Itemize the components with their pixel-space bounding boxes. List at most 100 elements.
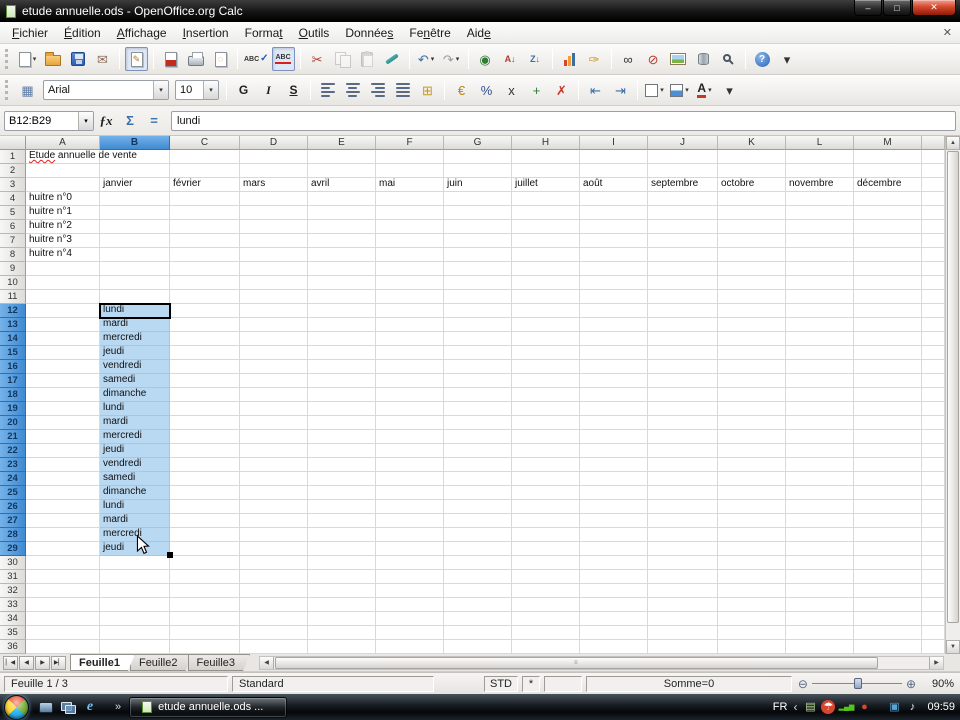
cell-G15[interactable]	[444, 346, 512, 360]
cell-B28[interactable]: mercredi	[100, 528, 170, 542]
navigator-button[interactable]: ⊘	[642, 47, 665, 71]
cell-x33[interactable]	[922, 598, 945, 612]
cell-x21[interactable]	[922, 430, 945, 444]
cell-x30[interactable]	[922, 556, 945, 570]
cell-C32[interactable]	[170, 584, 240, 598]
cell-M17[interactable]	[854, 374, 922, 388]
cell-I32[interactable]	[580, 584, 648, 598]
cell-L25[interactable]	[786, 486, 854, 500]
cell-J19[interactable]	[648, 402, 718, 416]
background-color-button[interactable]: ▾	[668, 78, 691, 102]
cell-K31[interactable]	[718, 570, 786, 584]
cell-G36[interactable]	[444, 640, 512, 654]
cell-x23[interactable]	[922, 458, 945, 472]
cell-H32[interactable]	[512, 584, 580, 598]
cell-K10[interactable]	[718, 276, 786, 290]
cell-J36[interactable]	[648, 640, 718, 654]
cell-M6[interactable]	[854, 220, 922, 234]
cell-M14[interactable]	[854, 332, 922, 346]
cell-G33[interactable]	[444, 598, 512, 612]
cell-L33[interactable]	[786, 598, 854, 612]
cell-x7[interactable]	[922, 234, 945, 248]
cell-C34[interactable]	[170, 612, 240, 626]
cell-A33[interactable]	[26, 598, 100, 612]
cell-H21[interactable]	[512, 430, 580, 444]
cell-x24[interactable]	[922, 472, 945, 486]
row-header-7[interactable]: 7	[0, 234, 26, 248]
cell-B6[interactable]	[100, 220, 170, 234]
row-header-30[interactable]: 30	[0, 556, 26, 570]
cell-H5[interactable]	[512, 206, 580, 220]
cell-B34[interactable]	[100, 612, 170, 626]
cell-x35[interactable]	[922, 626, 945, 640]
cell-H24[interactable]	[512, 472, 580, 486]
cell-F32[interactable]	[376, 584, 444, 598]
scroll-up-button[interactable]: ▲	[946, 136, 960, 150]
cell-x19[interactable]	[922, 402, 945, 416]
cell-B26[interactable]: lundi	[100, 500, 170, 514]
undo-button[interactable]: ↶ ▾	[415, 47, 438, 71]
cell-A28[interactable]	[26, 528, 100, 542]
row-header-31[interactable]: 31	[0, 570, 26, 584]
cell-L11[interactable]	[786, 290, 854, 304]
percent-format-button[interactable]: %	[475, 78, 498, 102]
cut-button[interactable]: ✂	[306, 47, 329, 71]
menu-item-4[interactable]: Format	[237, 23, 291, 43]
internet-explorer-icon[interactable]: e	[81, 698, 99, 716]
cell-J7[interactable]	[648, 234, 718, 248]
cell-M34[interactable]	[854, 612, 922, 626]
cell-H30[interactable]	[512, 556, 580, 570]
cell-I21[interactable]	[580, 430, 648, 444]
sort-ascending-button[interactable]: A↓	[499, 47, 522, 71]
cell-A34[interactable]	[26, 612, 100, 626]
tray-alert-icon[interactable]: ●	[857, 700, 871, 714]
row-header-15[interactable]: 15	[0, 346, 26, 360]
cell-E21[interactable]	[308, 430, 376, 444]
cell-H25[interactable]	[512, 486, 580, 500]
scroll-right-button[interactable]: ▶	[929, 656, 943, 669]
cell-B7[interactable]	[100, 234, 170, 248]
cell-C29[interactable]	[170, 542, 240, 556]
row-header-19[interactable]: 19	[0, 402, 26, 416]
cell-x13[interactable]	[922, 318, 945, 332]
start-button[interactable]	[4, 694, 29, 720]
cell-C1[interactable]	[170, 150, 240, 164]
cell-C20[interactable]	[170, 416, 240, 430]
standard-format-button[interactable]: x	[500, 78, 523, 102]
cell-L30[interactable]	[786, 556, 854, 570]
cell-K32[interactable]	[718, 584, 786, 598]
cell-C6[interactable]	[170, 220, 240, 234]
cell-E24[interactable]	[308, 472, 376, 486]
cell-K19[interactable]	[718, 402, 786, 416]
cell-B36[interactable]	[100, 640, 170, 654]
menu-item-5[interactable]: Outils	[291, 23, 338, 43]
cell-L9[interactable]	[786, 262, 854, 276]
cell-H34[interactable]	[512, 612, 580, 626]
cell-E13[interactable]	[308, 318, 376, 332]
cell-H1[interactable]	[512, 150, 580, 164]
cell-M23[interactable]	[854, 458, 922, 472]
toolbar-more-button-2[interactable]: ▾	[718, 78, 741, 102]
cell-D32[interactable]	[240, 584, 308, 598]
cell-J32[interactable]	[648, 584, 718, 598]
cell-J21[interactable]	[648, 430, 718, 444]
cell-C7[interactable]	[170, 234, 240, 248]
cell-F3[interactable]: mai	[376, 178, 444, 192]
cell-D30[interactable]	[240, 556, 308, 570]
cell-C11[interactable]	[170, 290, 240, 304]
cell-C16[interactable]	[170, 360, 240, 374]
cell-A16[interactable]	[26, 360, 100, 374]
cell-E32[interactable]	[308, 584, 376, 598]
cell-L4[interactable]	[786, 192, 854, 206]
cell-M26[interactable]	[854, 500, 922, 514]
cell-K6[interactable]	[718, 220, 786, 234]
format-paintbrush-button[interactable]	[381, 47, 404, 71]
cell-F31[interactable]	[376, 570, 444, 584]
italic-button[interactable]: I	[257, 78, 280, 102]
cell-G18[interactable]	[444, 388, 512, 402]
cell-I1[interactable]	[580, 150, 648, 164]
cell-J15[interactable]	[648, 346, 718, 360]
cell-I11[interactable]	[580, 290, 648, 304]
cell-M5[interactable]	[854, 206, 922, 220]
cell-L3[interactable]: novembre	[786, 178, 854, 192]
